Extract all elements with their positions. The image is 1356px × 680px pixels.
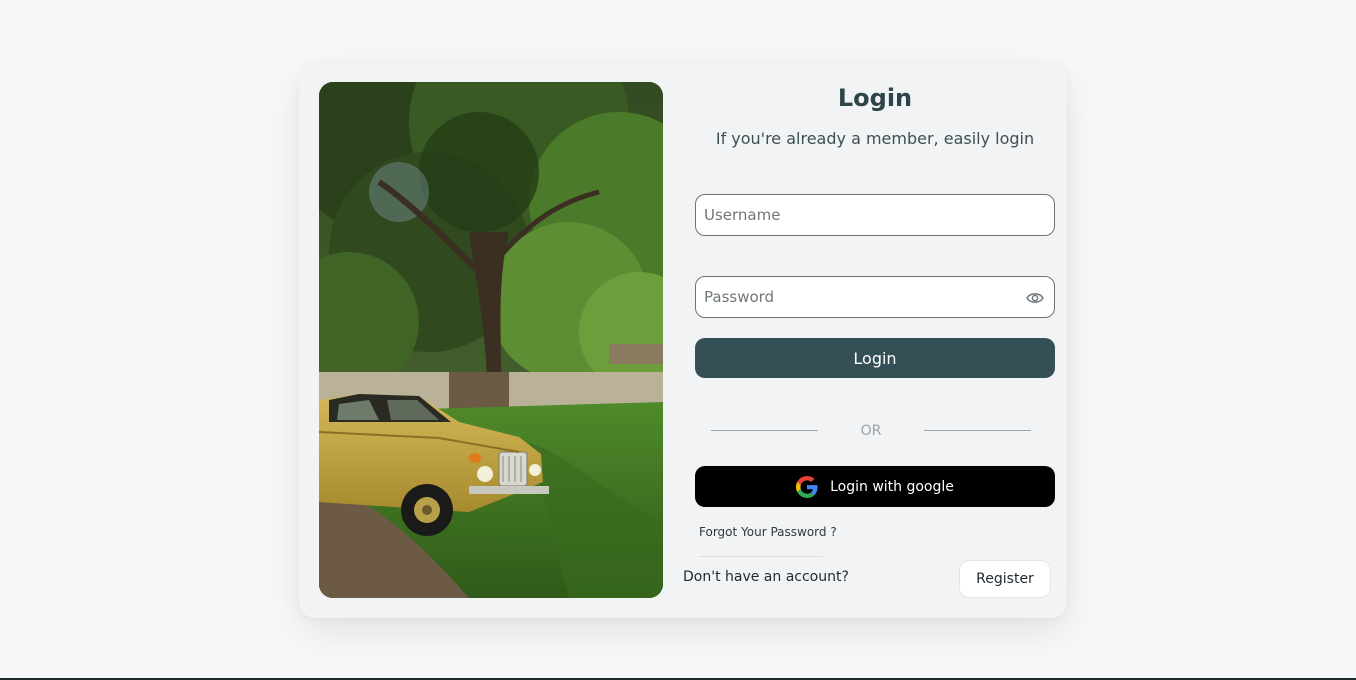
forgot-password-link[interactable]: Forgot Your Password ? bbox=[699, 525, 837, 539]
no-account-text: Don't have an account? bbox=[683, 569, 849, 585]
google-icon bbox=[796, 475, 818, 498]
divider-line-left bbox=[711, 430, 818, 431]
login-subtitle: If you're already a member, easily login bbox=[715, 129, 1035, 148]
eye-icon[interactable] bbox=[1026, 290, 1044, 304]
login-button[interactable]: Login bbox=[695, 338, 1055, 378]
google-button-label: Login with google bbox=[830, 478, 954, 495]
or-divider-text: OR bbox=[860, 423, 882, 439]
separator-line bbox=[699, 556, 823, 557]
password-field-wrapper bbox=[695, 276, 1055, 318]
username-input[interactable] bbox=[696, 195, 1054, 235]
hero-image bbox=[319, 82, 663, 598]
login-title: Login bbox=[837, 84, 913, 112]
login-form: Login If you're already a member, easily… bbox=[683, 62, 1067, 618]
google-login-button[interactable]: Login with google bbox=[695, 466, 1055, 507]
register-button[interactable]: Register bbox=[959, 560, 1051, 598]
divider-line-right bbox=[924, 430, 1031, 431]
login-card: Login If you're already a member, easily… bbox=[299, 62, 1067, 618]
username-field-wrapper bbox=[695, 194, 1055, 236]
password-input[interactable] bbox=[696, 277, 1054, 317]
